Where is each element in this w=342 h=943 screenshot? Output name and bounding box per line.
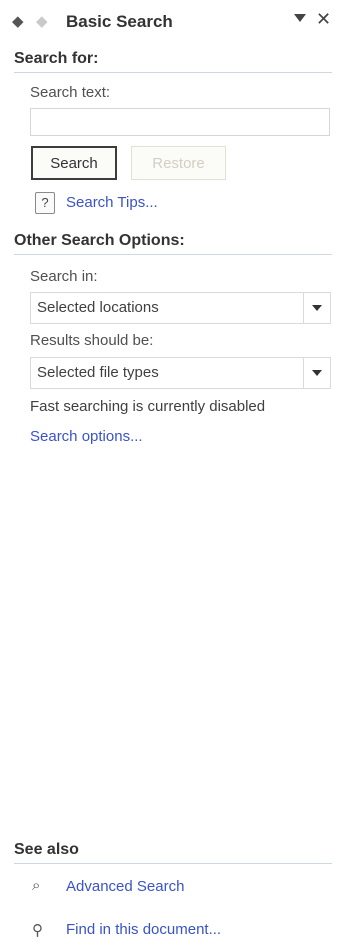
results-value: Selected file types bbox=[37, 364, 159, 381]
section-header-search-for: Search for: bbox=[14, 50, 332, 73]
search-in-dropdown-button[interactable] bbox=[303, 293, 330, 323]
help-icon[interactable]: ? bbox=[35, 192, 55, 214]
search-tips-link[interactable]: Search Tips... bbox=[66, 194, 158, 211]
search-in-label: Search in: bbox=[30, 268, 98, 285]
task-pane-titlebar: ◆ ◆ Basic Search ✕ bbox=[0, 0, 342, 44]
search-button[interactable]: Search bbox=[31, 146, 117, 180]
search-in-value: Selected locations bbox=[37, 299, 159, 316]
pane-menu-dropdown-icon[interactable] bbox=[294, 14, 306, 22]
search-in-dropdown[interactable]: Selected locations bbox=[30, 292, 331, 324]
pane-title: Basic Search bbox=[66, 12, 173, 31]
section-header-see-also: See also bbox=[14, 841, 332, 864]
status-text: Fast searching is currently disabled bbox=[30, 398, 266, 415]
section-header-other-options: Other Search Options: bbox=[14, 232, 332, 255]
search-text-input[interactable] bbox=[30, 108, 330, 136]
search-options-link[interactable]: Search options... bbox=[30, 428, 143, 445]
results-dropdown[interactable]: Selected file types bbox=[30, 357, 331, 389]
back-arrow-icon[interactable]: ◆ bbox=[12, 12, 24, 30]
find-in-document-link[interactable]: Find in this document... bbox=[66, 921, 221, 938]
results-dropdown-button[interactable] bbox=[303, 358, 330, 388]
chevron-down-icon bbox=[312, 370, 322, 376]
forward-arrow-icon[interactable]: ◆ bbox=[36, 12, 48, 30]
advanced-search-link[interactable]: Advanced Search bbox=[66, 878, 184, 895]
advanced-search-icon[interactable]: ⌕ bbox=[32, 877, 52, 895]
chevron-down-icon bbox=[312, 305, 322, 311]
close-icon[interactable]: ✕ bbox=[316, 9, 331, 30]
search-text-label: Search text: bbox=[30, 84, 111, 101]
restore-button: Restore bbox=[131, 146, 226, 180]
binoculars-icon[interactable]: ⚲ bbox=[32, 921, 52, 939]
results-label: Results should be: bbox=[30, 332, 154, 349]
